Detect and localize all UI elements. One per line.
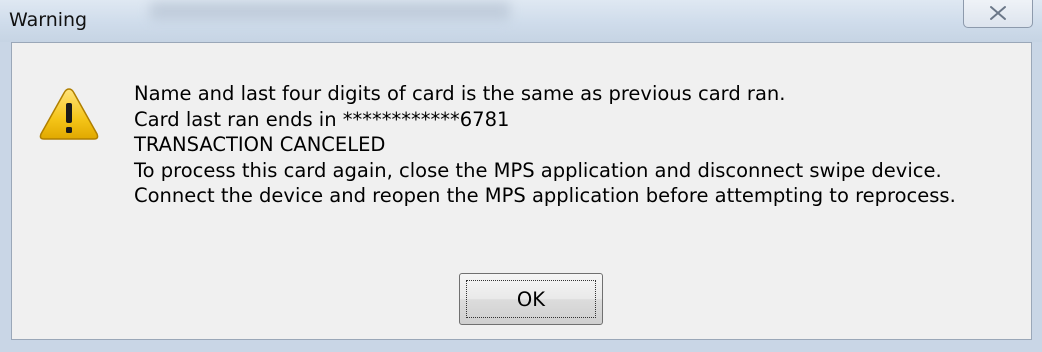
ok-button[interactable]: OK xyxy=(459,273,603,325)
message-line: TRANSACTION CANCELED xyxy=(134,133,386,156)
message-text: Name and last four digits of card is the… xyxy=(134,81,956,209)
message-line: Name and last four digits of card is the… xyxy=(134,82,786,105)
background-window-blur xyxy=(150,2,510,20)
title-bar[interactable]: Warning xyxy=(0,0,1042,42)
close-button[interactable] xyxy=(963,0,1033,28)
dialog-body: Name and last four digits of card is the… xyxy=(11,42,1032,340)
close-icon xyxy=(990,6,1006,20)
ok-button-label: OK xyxy=(516,287,546,311)
warning-dialog: Warning Name and last four digits of car… xyxy=(0,0,1042,352)
message-line: To process this card again, close the MP… xyxy=(134,158,942,182)
dialog-title: Warning xyxy=(9,9,88,31)
message-line: Card last ran ends in ************6781 xyxy=(134,107,510,131)
warning-icon xyxy=(39,88,99,140)
message-line: Connect the device and reopen the MPS ap… xyxy=(134,184,956,207)
